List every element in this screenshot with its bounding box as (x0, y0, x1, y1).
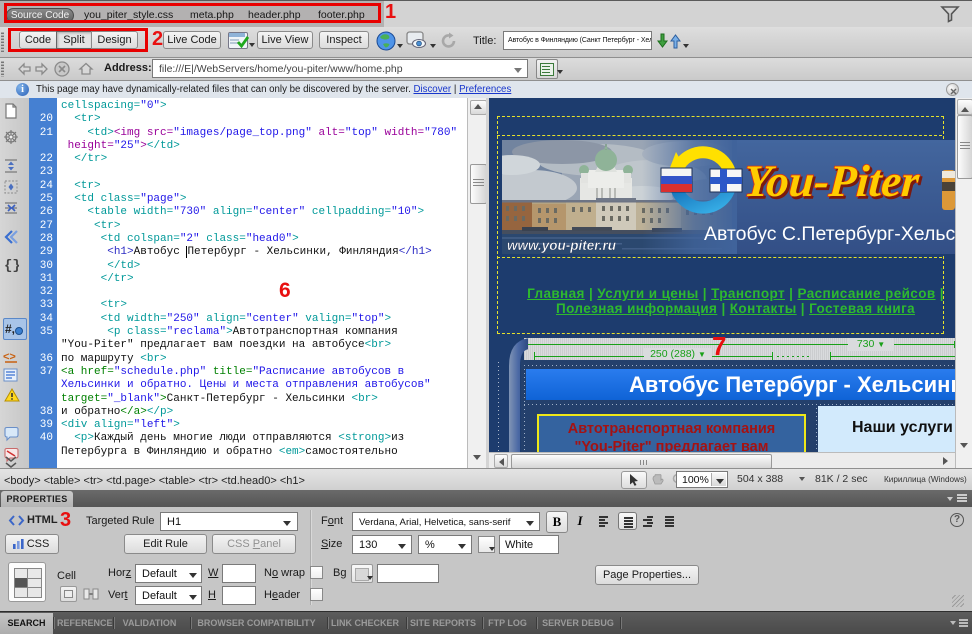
svg-text:#,: #, (5, 322, 15, 336)
svg-text:<>: <> (3, 351, 16, 363)
svg-text:You-Piter: You-Piter (742, 156, 921, 206)
svg-text:Автобус С.Петербург-Хельсинки: Автобус С.Петербург-Хельсинки (704, 223, 955, 245)
svg-text:www.you-piter.ru: www.you-piter.ru (507, 238, 617, 253)
svg-text:{}: {} (4, 258, 19, 272)
